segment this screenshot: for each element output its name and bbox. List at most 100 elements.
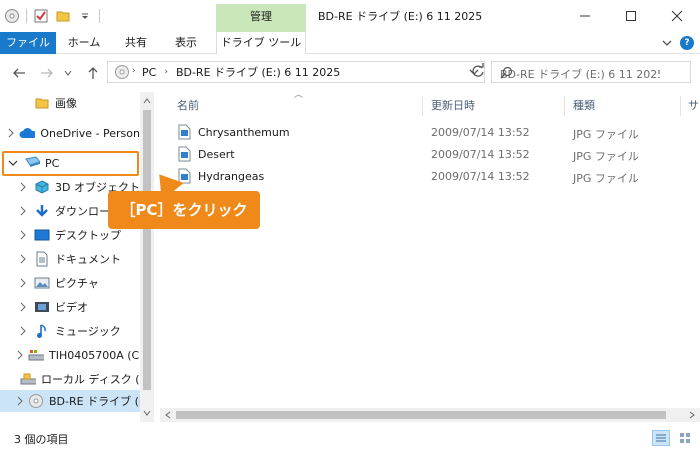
- minimize-button[interactable]: [562, 0, 608, 32]
- videos-icon: [34, 299, 50, 315]
- chevron-right-icon[interactable]: [16, 300, 30, 314]
- chevron-right-icon[interactable]: [16, 252, 30, 266]
- close-button[interactable]: [654, 0, 700, 32]
- sidebar-item-label: ミュージック: [55, 325, 121, 338]
- breadcrumb-bd-drive[interactable]: BD-RE ドライブ (E:) 6 11 2025: [176, 64, 340, 80]
- properties-icon[interactable]: [33, 8, 49, 24]
- sidebar-item-label: ビデオ: [55, 301, 88, 314]
- refresh-icon[interactable]: [470, 62, 488, 82]
- sidebar-item-label: ピクチャ: [55, 277, 99, 290]
- documents-icon: [34, 251, 50, 267]
- file-type: JPG ファイル: [573, 128, 639, 141]
- chevron-right-icon[interactable]: [6, 126, 15, 140]
- sidebar-item-onedrive[interactable]: OneDrive - Person: [0, 122, 140, 144]
- tab-view[interactable]: 表示: [166, 32, 206, 54]
- table-row[interactable]: Chrysanthemum 2009/07/14 13:52 JPG ファイル: [160, 121, 700, 143]
- tab-home[interactable]: ホーム: [64, 32, 104, 54]
- column-divider[interactable]: [422, 96, 423, 116]
- scroll-down-icon[interactable]: [140, 406, 154, 420]
- sidebar-item-videos[interactable]: ビデオ: [0, 296, 140, 318]
- file-date: 2009/07/14 13:52: [431, 126, 530, 139]
- drive-icon: [114, 64, 130, 83]
- local-disk-icon: [20, 371, 36, 387]
- up-arrow-icon[interactable]: [84, 64, 102, 82]
- jpg-file-icon: [178, 146, 192, 162]
- sidebar-item-bd-drive[interactable]: BD-RE ドライブ (E:: [0, 390, 150, 412]
- file-type: JPG ファイル: [573, 172, 639, 185]
- new-folder-icon[interactable]: [55, 8, 71, 24]
- scroll-right-icon[interactable]: [685, 408, 699, 422]
- column-divider[interactable]: [680, 96, 681, 116]
- chevron-right-icon[interactable]: [16, 180, 30, 194]
- sidebar-item-label: 画像: [55, 97, 77, 110]
- search-input[interactable]: BD-RE ドライブ (E:) 6 11 2025の...: [491, 61, 691, 83]
- table-row[interactable]: Hydrangeas 2009/07/14 13:52 JPG ファイル: [160, 165, 700, 187]
- expand-ribbon-icon[interactable]: [660, 36, 674, 50]
- scroll-left-icon[interactable]: [161, 408, 175, 422]
- sidebar-item-documents[interactable]: ドキュメント: [0, 248, 140, 270]
- 3d-objects-icon: [34, 179, 50, 195]
- item-count: 3 個の項目: [14, 433, 69, 446]
- column-header-name[interactable]: 名前: [177, 96, 199, 116]
- sidebar-item-pictures[interactable]: ピクチャ: [0, 272, 140, 294]
- minimize-icon: [580, 15, 590, 17]
- navigation-pane-scrollbar[interactable]: [140, 92, 154, 422]
- sidebar-item-label: ローカル ディスク (D: [41, 373, 148, 386]
- column-header-type[interactable]: 種類: [573, 96, 595, 116]
- recent-locations-icon[interactable]: [62, 64, 74, 82]
- window-title: BD-RE ドライブ (E:) 6 11 2025: [318, 10, 483, 23]
- search-icon: [500, 66, 660, 82]
- chevron-right-icon[interactable]: [16, 204, 30, 218]
- sort-ascending-icon: ︿: [294, 90, 304, 100]
- back-arrow-icon[interactable]: [10, 64, 28, 82]
- quick-access-toolbar: [4, 6, 100, 26]
- navigation-pane: 画像 OneDrive - Person PC 3D オブジェクト ダウンロード…: [0, 92, 154, 422]
- ribbon-tab-bar: ファイル ホーム 共有 表示 ドライブ ツール ?: [0, 32, 700, 54]
- chevron-right-icon[interactable]: [16, 276, 30, 290]
- tab-share[interactable]: 共有: [116, 32, 156, 54]
- maximize-button[interactable]: [608, 0, 654, 32]
- details-view-icon[interactable]: [652, 430, 670, 446]
- sidebar-item-local-disk-d[interactable]: ローカル ディスク (D: [0, 368, 148, 390]
- qat-separator: [99, 9, 100, 23]
- file-type: JPG ファイル: [573, 150, 639, 163]
- tab-file[interactable]: ファイル: [0, 32, 56, 54]
- chevron-right-icon[interactable]: [16, 324, 30, 338]
- column-divider[interactable]: [564, 96, 565, 116]
- sidebar-item-label: TIH0405700A (C:: [49, 348, 143, 362]
- pc-highlight-frame: [2, 151, 139, 176]
- help-icon[interactable]: ?: [680, 36, 694, 50]
- bd-drive-icon: [28, 393, 44, 409]
- breadcrumb-chevron-icon[interactable]: ›: [132, 66, 136, 76]
- horizontal-scrollbar[interactable]: [160, 408, 700, 422]
- large-icons-view-icon[interactable]: [676, 430, 694, 446]
- scrollbar-thumb[interactable]: [143, 110, 151, 390]
- scroll-up-icon[interactable]: [140, 94, 154, 108]
- breadcrumb-pc[interactable]: PC: [142, 66, 156, 79]
- column-header-size[interactable]: サ: [688, 96, 699, 116]
- customize-qat-icon[interactable]: [77, 8, 93, 24]
- sidebar-item-drive-c[interactable]: TIH0405700A (C:: [0, 344, 143, 366]
- drive-c-icon: [28, 347, 44, 363]
- title-bar: 管理 BD-RE ドライブ (E:) 6 11 2025: [0, 0, 700, 32]
- forward-arrow-icon[interactable]: [38, 64, 56, 82]
- context-tab-group-label: 管理: [216, 4, 306, 32]
- close-icon: [671, 10, 683, 22]
- drive-icon[interactable]: [4, 8, 20, 24]
- column-header-modified[interactable]: 更新日時: [431, 96, 475, 116]
- chevron-right-icon[interactable]: [16, 228, 30, 242]
- pictures-folder-icon: [34, 95, 50, 111]
- scrollbar-thumb[interactable]: [176, 411, 666, 419]
- address-bar[interactable]: › PC › BD-RE ドライブ (E:) 6 11 2025: [107, 61, 485, 83]
- chevron-right-icon[interactable]: [16, 348, 24, 362]
- tab-drive-tools[interactable]: ドライブ ツール: [216, 32, 306, 54]
- table-row[interactable]: Desert 2009/07/14 13:52 JPG ファイル: [160, 143, 700, 165]
- file-name: Chrysanthemum: [198, 125, 290, 139]
- file-date: 2009/07/14 13:52: [431, 170, 530, 183]
- chevron-right-icon[interactable]: [16, 394, 24, 408]
- sidebar-item-pictures-quick[interactable]: 画像: [0, 92, 140, 114]
- sidebar-item-music[interactable]: ミュージック: [0, 320, 140, 342]
- breadcrumb-chevron-icon[interactable]: ›: [164, 67, 168, 77]
- status-bar: 3 個の項目: [0, 426, 700, 449]
